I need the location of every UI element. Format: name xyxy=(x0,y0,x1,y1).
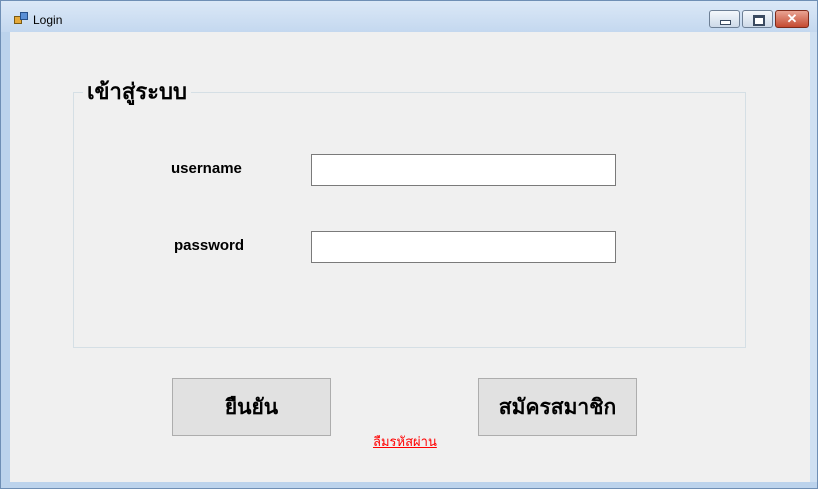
minimize-button[interactable] xyxy=(709,10,740,28)
forgot-password-link[interactable]: ลืมรหัสผ่าน xyxy=(373,431,437,452)
maximize-button[interactable] xyxy=(742,10,773,28)
password-label: password xyxy=(174,237,245,254)
username-label: username xyxy=(171,160,242,177)
register-button[interactable]: สมัครสมาชิก xyxy=(478,378,637,436)
title-bar[interactable]: Login ✕ xyxy=(1,1,817,32)
window-border-right xyxy=(810,32,817,482)
close-icon: ✕ xyxy=(786,11,798,26)
login-window: Login ✕ เข้าสู่ระบบ username password ยื… xyxy=(0,0,818,489)
password-input[interactable] xyxy=(311,231,616,263)
window-title: Login xyxy=(33,13,63,27)
close-button[interactable]: ✕ xyxy=(775,10,809,28)
maximize-icon xyxy=(753,15,765,26)
groupbox-title: เข้าสู่ระบบ xyxy=(83,79,191,107)
form-icon xyxy=(14,12,28,24)
confirm-button[interactable]: ยืนยัน xyxy=(172,378,331,436)
login-groupbox xyxy=(73,92,746,348)
username-input[interactable] xyxy=(311,154,616,186)
minimize-icon xyxy=(720,20,731,25)
form-client-area: เข้าสู่ระบบ username password ยืนยัน สมั… xyxy=(10,32,810,482)
